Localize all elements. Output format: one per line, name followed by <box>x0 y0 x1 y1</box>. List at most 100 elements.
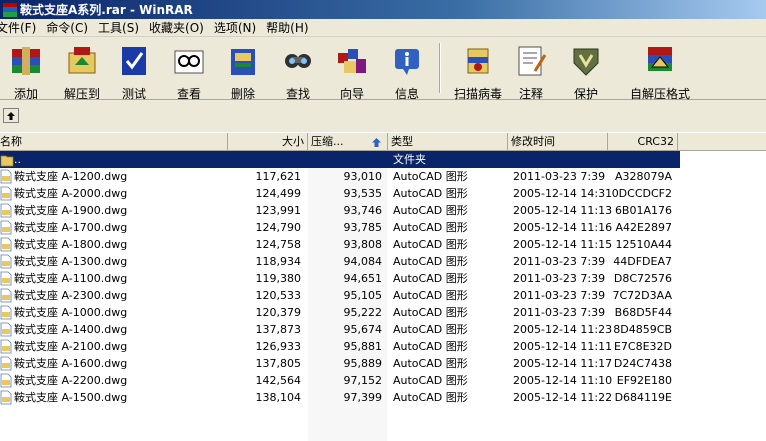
column-header-packed[interactable]: 压缩... <box>308 133 388 151</box>
toolbar-button-find[interactable]: 查找 <box>272 41 324 101</box>
file-packed-size: 93,010 <box>343 170 383 183</box>
column-header-bar: 名称 大小 压缩... 类型 修改时间 CRC32 <box>0 133 766 151</box>
menu-item-2[interactable]: 工具(S) <box>98 19 145 36</box>
dwg-file-icon <box>0 288 12 303</box>
file-name: 鞍式支座 A-1700.dwg <box>14 221 128 234</box>
file-type: AutoCAD 图形 <box>393 238 468 251</box>
file-row[interactable]: 鞍式支座 A-1000.dwg 120,379 95,222 AutoCAD 图形 20… <box>0 304 680 321</box>
toolbar-separator <box>439 43 441 93</box>
file-packed-size: 93,808 <box>343 238 383 251</box>
file-row[interactable]: 鞍式支座 A-1700.dwg 124,790 93,785 AutoCAD 图形 20… <box>0 219 680 236</box>
comment-icon <box>518 46 547 76</box>
file-size: 118,934 <box>255 255 302 268</box>
file-modified: 2005-12-14 11:15 <box>513 238 613 251</box>
file-size: 119,380 <box>255 272 302 285</box>
file-modified: 2005-12-14 11:22 <box>513 391 613 404</box>
file-row[interactable]: 鞍式支座 A-1200.dwg 117,621 93,010 AutoCAD 图形 20… <box>0 168 680 185</box>
file-name: 鞍式支座 A-1500.dwg <box>14 391 128 404</box>
menu-item-3[interactable]: 收藏夹(O) <box>149 19 210 36</box>
file-row[interactable]: 鞍式支座 A-2000.dwg 124,499 93,535 AutoCAD 图形 20… <box>0 185 680 202</box>
parent-folder-row[interactable]: .. 文件夹 <box>0 151 680 168</box>
file-packed-size: 95,674 <box>343 323 383 336</box>
file-row[interactable]: 鞍式支座 A-1600.dwg 137,805 95,889 AutoCAD 图形 20… <box>0 355 680 372</box>
dwg-file-icon <box>0 237 12 252</box>
file-type: AutoCAD 图形 <box>393 374 468 387</box>
file-row[interactable]: 鞍式支座 A-1400.dwg 137,873 95,674 AutoCAD 图形 20… <box>0 321 680 338</box>
file-crc32: 12510A44 <box>615 238 672 251</box>
dwg-file-icon <box>0 254 12 269</box>
file-modified: 2005-12-14 14:31 <box>513 187 613 200</box>
file-type: AutoCAD 图形 <box>393 187 468 200</box>
file-name: 鞍式支座 A-1300.dwg <box>14 255 128 268</box>
file-type: AutoCAD 图形 <box>393 323 468 336</box>
toolbar-button-delete[interactable]: 删除 <box>217 41 269 101</box>
menu-item-4[interactable]: 选项(N) <box>214 19 262 36</box>
file-crc32: 7C72D3AA <box>612 289 672 302</box>
dwg-file-icon <box>0 203 12 218</box>
menu-item-0[interactable]: 文件(F) <box>0 19 42 36</box>
toolbar-button-protect[interactable]: 保护 <box>560 41 612 101</box>
file-name: 鞍式支座 A-1200.dwg <box>14 170 128 183</box>
dwg-file-icon <box>0 169 12 184</box>
virus-scan-icon <box>467 48 489 74</box>
file-modified: 2005-12-14 11:10 <box>513 374 613 387</box>
file-row[interactable]: 鞍式支座 A-2200.dwg 142,564 97,152 AutoCAD 图形 20… <box>0 372 680 389</box>
file-crc32: D684119E <box>614 391 672 404</box>
column-header-size[interactable]: 大小 <box>228 133 308 151</box>
file-name: 鞍式支座 A-1600.dwg <box>14 357 128 370</box>
toolbar-button-view[interactable]: 查看 <box>163 41 215 101</box>
file-modified: 2005-12-14 11:17 <box>513 357 613 370</box>
delete-icon <box>231 49 255 75</box>
toolbar-button-comment[interactable]: 注释 <box>505 41 557 101</box>
file-row[interactable]: 鞍式支座 A-2300.dwg 120,533 95,105 AutoCAD 图形 20… <box>0 287 680 304</box>
extract-to-icon <box>68 47 96 74</box>
file-packed-size: 97,152 <box>343 374 383 387</box>
column-header-modified[interactable]: 修改时间 <box>508 133 608 151</box>
file-size: 142,564 <box>255 374 302 387</box>
file-crc32: 44DFDEA7 <box>613 255 672 268</box>
protect-icon <box>573 48 599 76</box>
file-name: 鞍式支座 A-2000.dwg <box>14 187 128 200</box>
dwg-file-icon <box>0 373 12 388</box>
file-size: 124,790 <box>255 221 302 234</box>
toolbar-button-info[interactable]: 信息 <box>381 41 433 101</box>
parent-folder-type: 文件夹 <box>393 153 426 166</box>
toolbar-button-extract-to[interactable]: 解压到 <box>54 41 110 101</box>
file-row[interactable]: 鞍式支座 A-2100.dwg 126,933 95,881 AutoCAD 图形 20… <box>0 338 680 355</box>
toolbar-button-test[interactable]: 测试 <box>108 41 160 101</box>
file-type: AutoCAD 图形 <box>393 272 468 285</box>
column-header-name[interactable]: 名称 <box>0 133 228 151</box>
file-packed-size: 97,399 <box>343 391 383 404</box>
file-row[interactable]: 鞍式支座 A-1800.dwg 124,758 93,808 AutoCAD 图形 20… <box>0 236 680 253</box>
file-size: 137,873 <box>255 323 302 336</box>
file-packed-size: 95,222 <box>343 306 383 319</box>
file-size: 117,621 <box>255 170 302 183</box>
toolbar: 添加 解压到 测试 查看 删除 查找 向导 信息 扫描病毒 注释 保护 自解压格式 <box>0 37 766 101</box>
menu-item-1[interactable]: 命令(C) <box>46 19 94 36</box>
toolbar-button-add-archive[interactable]: 添加 <box>0 41 52 101</box>
toolbar-button-wizard[interactable]: 向导 <box>326 41 378 101</box>
file-type: AutoCAD 图形 <box>393 204 468 217</box>
column-header-type[interactable]: 类型 <box>388 133 508 151</box>
file-row[interactable]: 鞍式支座 A-1500.dwg 138,104 97,399 AutoCAD 图形 20… <box>0 389 680 406</box>
file-row[interactable]: 鞍式支座 A-1100.dwg 119,380 94,651 AutoCAD 图形 20… <box>0 270 680 287</box>
file-packed-size: 95,881 <box>343 340 383 353</box>
file-name: 鞍式支座 A-1900.dwg <box>14 204 128 217</box>
toolbar-button-virus-scan[interactable]: 扫描病毒 <box>446 41 510 101</box>
file-crc32: D24C7438 <box>613 357 672 370</box>
up-one-level-button[interactable] <box>3 108 19 123</box>
file-row[interactable]: 鞍式支座 A-1300.dwg 118,934 94,084 AutoCAD 图形 20… <box>0 253 680 270</box>
toolbar-button-sfx[interactable]: 自解压格式 <box>620 41 700 101</box>
file-crc32: 0DCCDCF2 <box>611 187 672 200</box>
file-name: 鞍式支座 A-2100.dwg <box>14 340 128 353</box>
file-modified: 2011-03-23 7:39 <box>513 289 606 302</box>
file-packed-size: 93,535 <box>343 187 383 200</box>
dwg-file-icon <box>0 305 12 320</box>
menu-item-5[interactable]: 帮助(H) <box>266 19 314 36</box>
file-crc32: A328079A <box>614 170 672 183</box>
file-modified: 2005-12-14 11:11 <box>513 340 613 353</box>
file-crc32: EF92E180 <box>616 374 672 387</box>
column-header-crc32[interactable]: CRC32 <box>608 133 678 151</box>
file-packed-size: 94,084 <box>343 255 383 268</box>
file-row[interactable]: 鞍式支座 A-1900.dwg 123,991 93,746 AutoCAD 图形 20… <box>0 202 680 219</box>
